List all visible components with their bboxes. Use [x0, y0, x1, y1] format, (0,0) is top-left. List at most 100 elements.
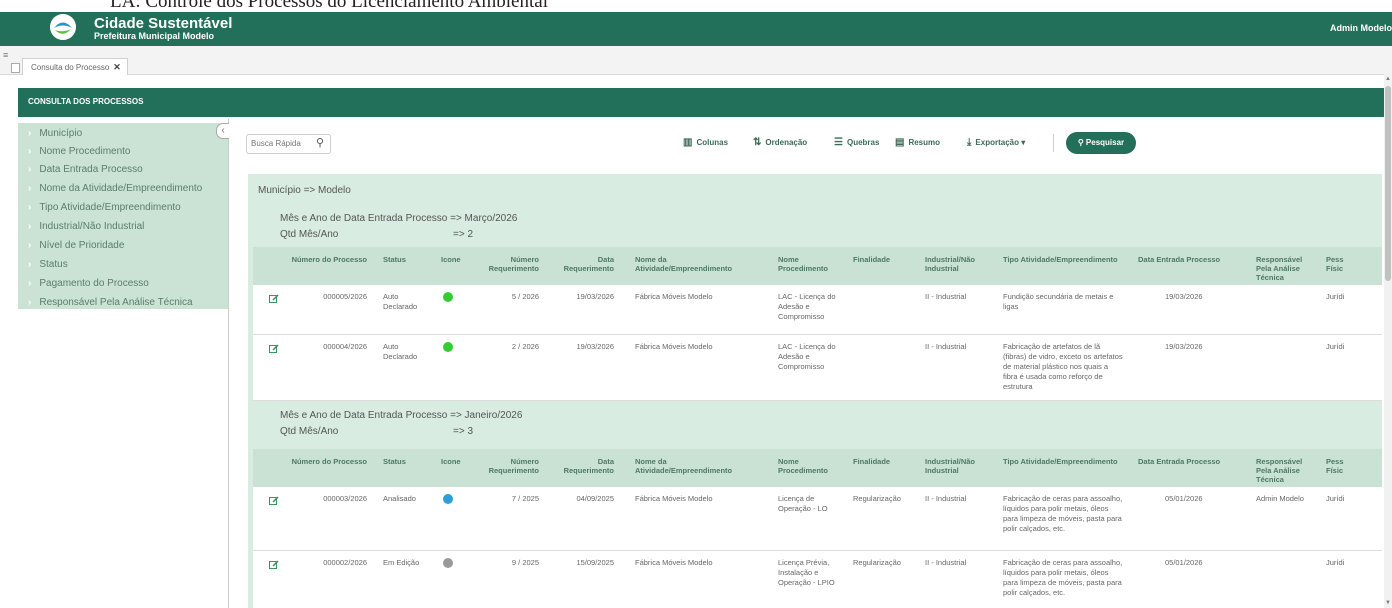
search-icon[interactable]: ⚲	[316, 136, 324, 149]
group-count-label: Qtd Mês/Ano	[280, 426, 339, 437]
collapse-sidebar-button[interactable]: ‹	[216, 123, 229, 139]
top-bar: Cidade Sustentável Prefeitura Municipal …	[0, 12, 1392, 46]
cell-data-req: 15/09/2025	[576, 558, 614, 567]
sidebar-filter-list: Município Nome Procedimento Data Entrada…	[18, 123, 228, 309]
table-row[interactable]: 000003/2026 Analisado 7 / 2025 04/09/202…	[253, 487, 1382, 551]
close-icon[interactable]: ✕	[113, 62, 121, 72]
scroll-up-icon[interactable]: ▲	[1385, 76, 1391, 82]
col-data-req[interactable]: Data Requerimento	[553, 457, 614, 475]
download-icon: ⤓	[967, 137, 972, 148]
cell-pessoa: Jurídi	[1326, 558, 1345, 567]
cell-numero: 000002/2026	[323, 558, 367, 567]
edit-icon[interactable]	[269, 560, 279, 570]
col-tipo[interactable]: Tipo Atividade/Empreendimento	[1003, 255, 1133, 264]
cell-status: Em Edição	[383, 558, 420, 567]
sidebar-item-data-entrada[interactable]: Data Entrada Processo	[28, 164, 142, 175]
quick-search-input[interactable]	[251, 137, 309, 149]
scrollbar[interactable]: ▲ ▼	[1384, 74, 1392, 608]
cell-data-entrada: 05/01/2026	[1165, 494, 1203, 503]
ordering-label: Ordenação	[765, 138, 808, 147]
col-industrial[interactable]: Industrial/Não Industrial	[925, 255, 985, 273]
section-header: CONSULTA DOS PROCESSOS	[18, 88, 1384, 117]
edit-icon[interactable]	[269, 344, 279, 354]
col-status[interactable]: Status	[383, 457, 406, 466]
sidebar-item-responsavel[interactable]: Responsável Pela Análise Técnica	[28, 297, 192, 308]
sidebar-item-status[interactable]: Status	[28, 259, 67, 270]
col-finalidade[interactable]: Finalidade	[853, 255, 890, 264]
table-header: Número do Processo Status Icone Número R…	[253, 449, 1382, 487]
ordering-button[interactable]: ⇅ Ordenação	[753, 134, 807, 152]
cell-atividade: Fábrica Móveis Modelo	[635, 292, 713, 301]
breaks-button[interactable]: ☰ Quebras	[834, 134, 879, 152]
cell-tipo: Fundição secundária de metais e ligas	[1003, 292, 1114, 311]
summary-label: Resumo	[908, 138, 941, 147]
col-num-req[interactable]: Número Requerimento	[479, 457, 539, 475]
sidebar-item-nivel-prioridade[interactable]: Nível de Prioridade	[28, 240, 124, 251]
table-header: Número do Processo Status Icone Número R…	[253, 247, 1382, 285]
cell-data-req: 19/03/2026	[576, 292, 614, 301]
table-row[interactable]: 000005/2026 Auto Declarado 5 / 2026 19/0…	[253, 285, 1382, 335]
cell-industrial: II - Industrial	[925, 342, 967, 351]
col-numero[interactable]: Número do Processo	[283, 457, 367, 466]
tab-consulta-processo[interactable]: Consulta do Processo ✕	[22, 58, 128, 75]
col-numero[interactable]: Número do Processo	[283, 255, 367, 264]
main-panel: ⚲ ▥Colunas ⇅Ordenação ☰Quebras ▤Resumo ⤓…	[231, 119, 1382, 608]
col-status[interactable]: Status	[383, 255, 406, 264]
col-responsavel[interactable]: Responsável Pela Análise Técnica	[1256, 457, 1316, 484]
scroll-thumb[interactable]	[1385, 86, 1391, 281]
col-pessoa[interactable]: Pess Físic	[1326, 255, 1356, 273]
cell-atividade: Fábrica Móveis Modelo	[635, 558, 713, 567]
cell-procedimento: Licença de Operação - LO	[778, 494, 828, 513]
cell-procedimento: LAC - Licença do Adesão e Compromisso	[778, 292, 836, 321]
col-atividade[interactable]: Nome da Atividade/Empreendimento	[635, 457, 755, 475]
user-menu[interactable]: Admin Modelo	[1330, 23, 1392, 33]
toolbar-separator	[1053, 134, 1054, 152]
col-industrial[interactable]: Industrial/Não Industrial	[925, 457, 985, 475]
cell-data-entrada: 05/01/2026	[1165, 558, 1203, 567]
sidebar-item-nome-procedimento[interactable]: Nome Procedimento	[28, 146, 130, 157]
app-subtitle: Prefeitura Municipal Modelo	[94, 31, 215, 41]
menu-icon[interactable]: ≡	[3, 51, 11, 60]
columns-button[interactable]: ▥ Colunas	[683, 134, 728, 152]
col-icone[interactable]: Icone	[441, 255, 461, 264]
cell-num-req: 5 / 2026	[511, 292, 539, 301]
cell-procedimento: Licença Prévia, Instalação e Operação - …	[778, 558, 835, 587]
col-procedimento[interactable]: Nome Procedimento	[778, 457, 843, 475]
sidebar-item-pagamento[interactable]: Pagamento do Processo	[28, 278, 149, 289]
col-data-req[interactable]: Data Requerimento	[553, 255, 614, 273]
section-title: CONSULTA DOS PROCESSOS	[28, 97, 144, 106]
col-responsavel[interactable]: Responsável Pela Análise Técnica	[1256, 255, 1316, 282]
tab-strip: ≡ Consulta do Processo ✕	[0, 46, 1392, 75]
search-button[interactable]: ⚲ Pesquisar	[1066, 132, 1136, 154]
col-tipo[interactable]: Tipo Atividade/Empreendimento	[1003, 457, 1133, 466]
col-num-req[interactable]: Número Requerimento	[479, 255, 539, 273]
summary-button[interactable]: ▤ Resumo	[895, 134, 940, 152]
status-dot-icon	[443, 292, 453, 302]
col-atividade[interactable]: Nome da Atividade/Empreendimento	[635, 255, 755, 273]
sidebar-item-industrial[interactable]: Industrial/Não Industrial	[28, 221, 144, 232]
cell-numero: 000004/2026	[323, 342, 367, 351]
caption: LA: Controle dos Processos do Licenciame…	[0, 0, 1392, 12]
sidebar-item-municipio[interactable]: Município	[28, 128, 82, 139]
col-data-entrada[interactable]: Data Entrada Processo	[1138, 457, 1220, 466]
col-pessoa[interactable]: Pess Físic	[1326, 457, 1356, 475]
table-row[interactable]: 000002/2026 Em Edição 9 / 2025 15/09/202…	[253, 551, 1382, 608]
sidebar-item-nome-atividade[interactable]: Nome da Atividade/Empreendimento	[28, 183, 202, 194]
col-finalidade[interactable]: Finalidade	[853, 457, 890, 466]
cell-responsavel: Admin Modelo	[1256, 494, 1304, 503]
tab-label: Consulta do Processo	[31, 63, 110, 72]
export-button[interactable]: ⤓ Exportação ▾	[967, 134, 1025, 152]
app-title: Cidade Sustentável	[94, 15, 233, 32]
edit-icon[interactable]	[269, 496, 279, 506]
col-procedimento[interactable]: Nome Procedimento	[778, 255, 843, 273]
col-data-entrada[interactable]: Data Entrada Processo	[1138, 255, 1220, 264]
edit-icon[interactable]	[269, 294, 279, 304]
table-row[interactable]: 000004/2026 Auto Declarado 2 / 2026 19/0…	[253, 335, 1382, 401]
scroll-down-icon[interactable]: ▼	[1385, 600, 1391, 606]
caption-text: LA: Controle dos Processos do Licenciame…	[110, 0, 548, 12]
quick-search[interactable]: ⚲	[246, 134, 331, 154]
cell-tipo: Fabricação de artefatos de lã (fibras) d…	[1003, 342, 1123, 391]
col-icone[interactable]: Icone	[441, 457, 461, 466]
cell-pessoa: Jurídi	[1326, 494, 1345, 503]
sidebar-item-tipo-atividade[interactable]: Tipo Atividade/Empreendimento	[28, 202, 180, 213]
